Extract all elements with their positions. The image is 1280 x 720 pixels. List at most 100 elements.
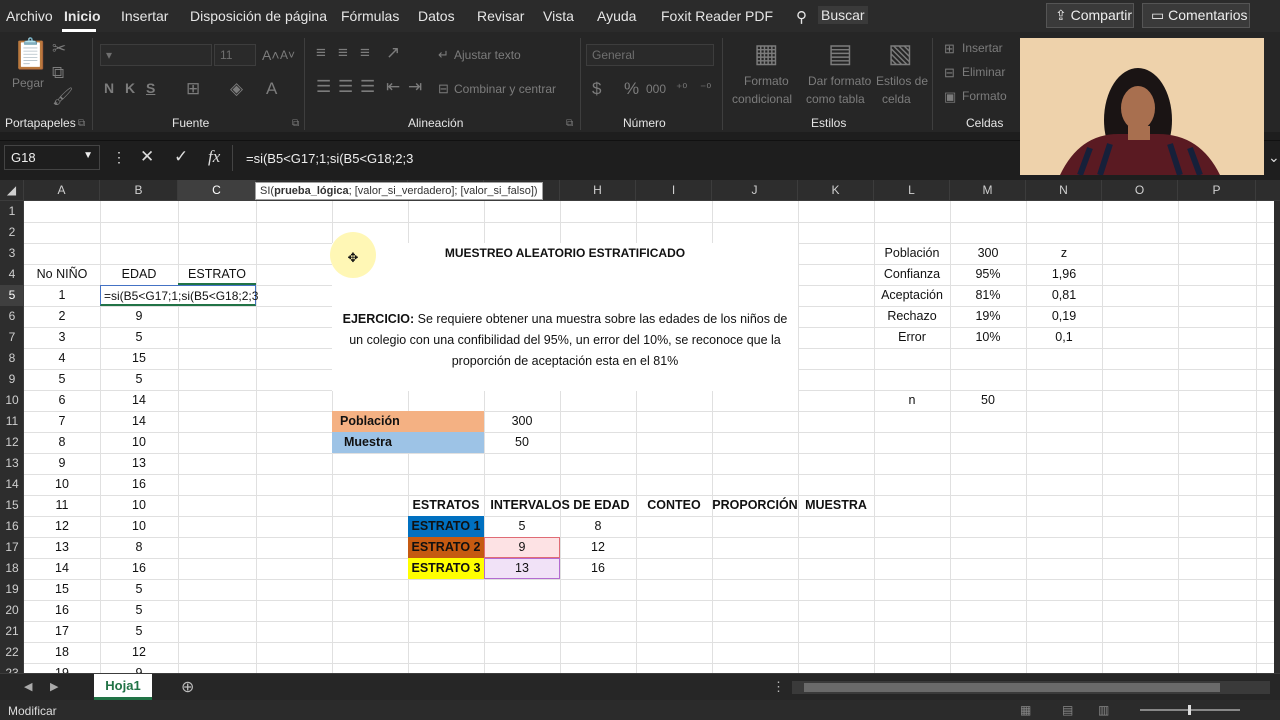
cell-child-number[interactable]: 12 — [24, 516, 100, 537]
borders-icon[interactable]: ⊞ — [186, 80, 200, 97]
row-header-21[interactable]: 21 — [0, 621, 23, 642]
align-right-icon[interactable]: ☰ — [360, 78, 375, 95]
align-bottom-icon[interactable]: ≡ — [360, 44, 370, 61]
row-header-7[interactable]: 7 — [0, 327, 23, 348]
normal-view-icon[interactable]: ▦ — [1020, 703, 1031, 717]
row-header-23[interactable]: 23 — [0, 663, 23, 673]
worksheet-grid[interactable]: No NIÑO EDAD ESTRATO 1 2 3 4 5 6 7 8 9 10 11 12 13 14 15 1… — [24, 201, 1274, 673]
row-header-22[interactable]: 22 — [0, 642, 23, 663]
cell-styles-icon[interactable]: ▧ — [888, 40, 913, 66]
cell-age[interactable]: 12 — [100, 642, 178, 663]
cell-age[interactable]: 9 — [100, 663, 178, 673]
param-value[interactable]: 19% — [950, 306, 1026, 327]
muestra-label[interactable]: Muestra — [332, 432, 484, 453]
prev-sheet-icon[interactable]: ◀ — [24, 680, 32, 693]
sheet-tab-hoja1[interactable]: Hoja1 — [94, 674, 152, 700]
column-header-c[interactable]: C — [178, 180, 256, 201]
strata-header-estratos[interactable]: ESTRATOS — [408, 495, 484, 516]
table-format-icon[interactable]: ▤ — [828, 40, 853, 66]
format-painter-icon[interactable]: 🖌 — [52, 88, 74, 105]
bold-button[interactable]: N — [104, 80, 114, 96]
row-header-9[interactable]: 9 — [0, 369, 23, 390]
cell-age[interactable]: 10 — [100, 516, 178, 537]
merge-center-button[interactable]: Combinar y centrar — [454, 82, 556, 96]
table-format-line2[interactable]: como tabla — [806, 92, 865, 106]
orientation-icon[interactable]: ↗ — [386, 44, 400, 61]
expand-formula-icon[interactable]: ⌄ — [1268, 149, 1280, 166]
format-cells-icon[interactable]: ▣ — [944, 88, 956, 105]
formula-input[interactable]: =si(B5<G17;1;si(B5<G18;2;3 — [246, 151, 413, 166]
menu-foxit[interactable]: Foxit Reader PDF — [661, 8, 773, 24]
strata-header-conteo[interactable]: CONTEO — [636, 495, 712, 516]
header-no-nino[interactable]: No NIÑO — [24, 264, 100, 285]
share-button[interactable]: ⇪ Compartir — [1046, 3, 1134, 28]
cell-age[interactable]: 13 — [100, 453, 178, 474]
row-header-13[interactable]: 13 — [0, 453, 23, 474]
param-value[interactable]: 10% — [950, 327, 1026, 348]
menu-ayuda[interactable]: Ayuda — [597, 8, 636, 24]
cell-child-number[interactable]: 18 — [24, 642, 100, 663]
paste-icon[interactable]: 📋 — [12, 40, 49, 70]
cell-age[interactable]: 16 — [100, 558, 178, 579]
cell-child-number[interactable]: 7 — [24, 411, 100, 432]
strata-header-muestra[interactable]: MUESTRA — [798, 495, 874, 516]
row-header-12[interactable]: 12 — [0, 432, 23, 453]
cell-age[interactable]: 5 — [100, 621, 178, 642]
cell-child-number[interactable]: 1 — [24, 285, 100, 306]
decrease-decimal-icon[interactable]: ⁻⁰ — [700, 80, 711, 97]
font-size-combo[interactable]: 11 — [214, 44, 256, 66]
cell-child-number[interactable]: 15 — [24, 579, 100, 600]
cell-child-number[interactable]: 3 — [24, 327, 100, 348]
cell-age[interactable]: 16 — [100, 474, 178, 495]
cell-age[interactable]: 14 — [100, 411, 178, 432]
conditional-format-icon[interactable]: ▦ — [754, 40, 779, 66]
row-header-11[interactable]: 11 — [0, 411, 23, 432]
fill-color-icon[interactable]: ◈ — [230, 80, 243, 97]
menu-inicio[interactable]: Inicio — [64, 8, 101, 24]
cell-age[interactable]: 5 — [100, 579, 178, 600]
param-value[interactable]: 81% — [950, 285, 1026, 306]
wrap-text-icon[interactable]: ↵ — [438, 46, 449, 63]
cell-styles-line1[interactable]: Estilos de — [876, 74, 928, 88]
strata-to-1[interactable]: 8 — [560, 516, 636, 537]
align-top-icon[interactable]: ≡ — [316, 44, 326, 61]
font-name-combo[interactable]: ▾ — [100, 44, 212, 66]
column-header-b[interactable]: B — [100, 180, 178, 201]
align-left-icon[interactable]: ☰ — [316, 78, 331, 95]
cell-child-number[interactable]: 19 — [24, 663, 100, 673]
row-header-2[interactable]: 2 — [0, 222, 23, 243]
row-header-14[interactable]: 14 — [0, 474, 23, 495]
insert-button[interactable]: Insertar — [962, 41, 1003, 55]
poblacion-value[interactable]: 300 — [484, 411, 560, 432]
row-header-5[interactable]: 5 — [0, 285, 23, 306]
more-options-icon[interactable]: ⋮ — [112, 149, 126, 166]
decrease-indent-icon[interactable]: ⇤ — [386, 78, 400, 95]
strata-name-2[interactable]: ESTRATO 2 — [408, 537, 484, 558]
row-header-20[interactable]: 20 — [0, 600, 23, 621]
param-z[interactable]: 0,81 — [1026, 285, 1102, 306]
cell-age[interactable]: 5 — [100, 600, 178, 621]
strata-name-1[interactable]: ESTRATO 1 — [408, 516, 484, 537]
strata-header-proporcion[interactable]: PROPORCIÓN — [712, 495, 798, 516]
underline-button[interactable]: S — [146, 80, 155, 96]
strata-from-3[interactable]: 13 — [484, 558, 560, 579]
strata-to-2[interactable]: 12 — [560, 537, 636, 558]
copy-icon[interactable]: ⧉ — [52, 64, 64, 81]
clipboard-launcher-icon[interactable]: ⧉ — [78, 118, 85, 129]
row-header-18[interactable]: 18 — [0, 558, 23, 579]
cell-age[interactable]: 5 — [100, 369, 178, 390]
cell-age[interactable]: 10 — [100, 495, 178, 516]
param-z[interactable]: 1,96 — [1026, 264, 1102, 285]
row-header-15[interactable]: 15 — [0, 495, 23, 516]
column-header-a[interactable]: A — [24, 180, 100, 201]
horizontal-scrollbar[interactable] — [792, 681, 1270, 694]
column-header-k[interactable]: K — [798, 180, 874, 201]
cell-age[interactable]: 15 — [100, 348, 178, 369]
align-center-icon[interactable]: ☰ — [338, 78, 353, 95]
cut-icon[interactable]: ✂ — [52, 40, 66, 57]
search-icon[interactable]: ⚲ — [796, 8, 807, 26]
italic-button[interactable]: K — [125, 80, 135, 96]
add-sheet-icon[interactable]: ⊕ — [181, 677, 194, 697]
cell-child-number[interactable]: 17 — [24, 621, 100, 642]
enter-icon[interactable]: ✓ — [174, 147, 188, 167]
